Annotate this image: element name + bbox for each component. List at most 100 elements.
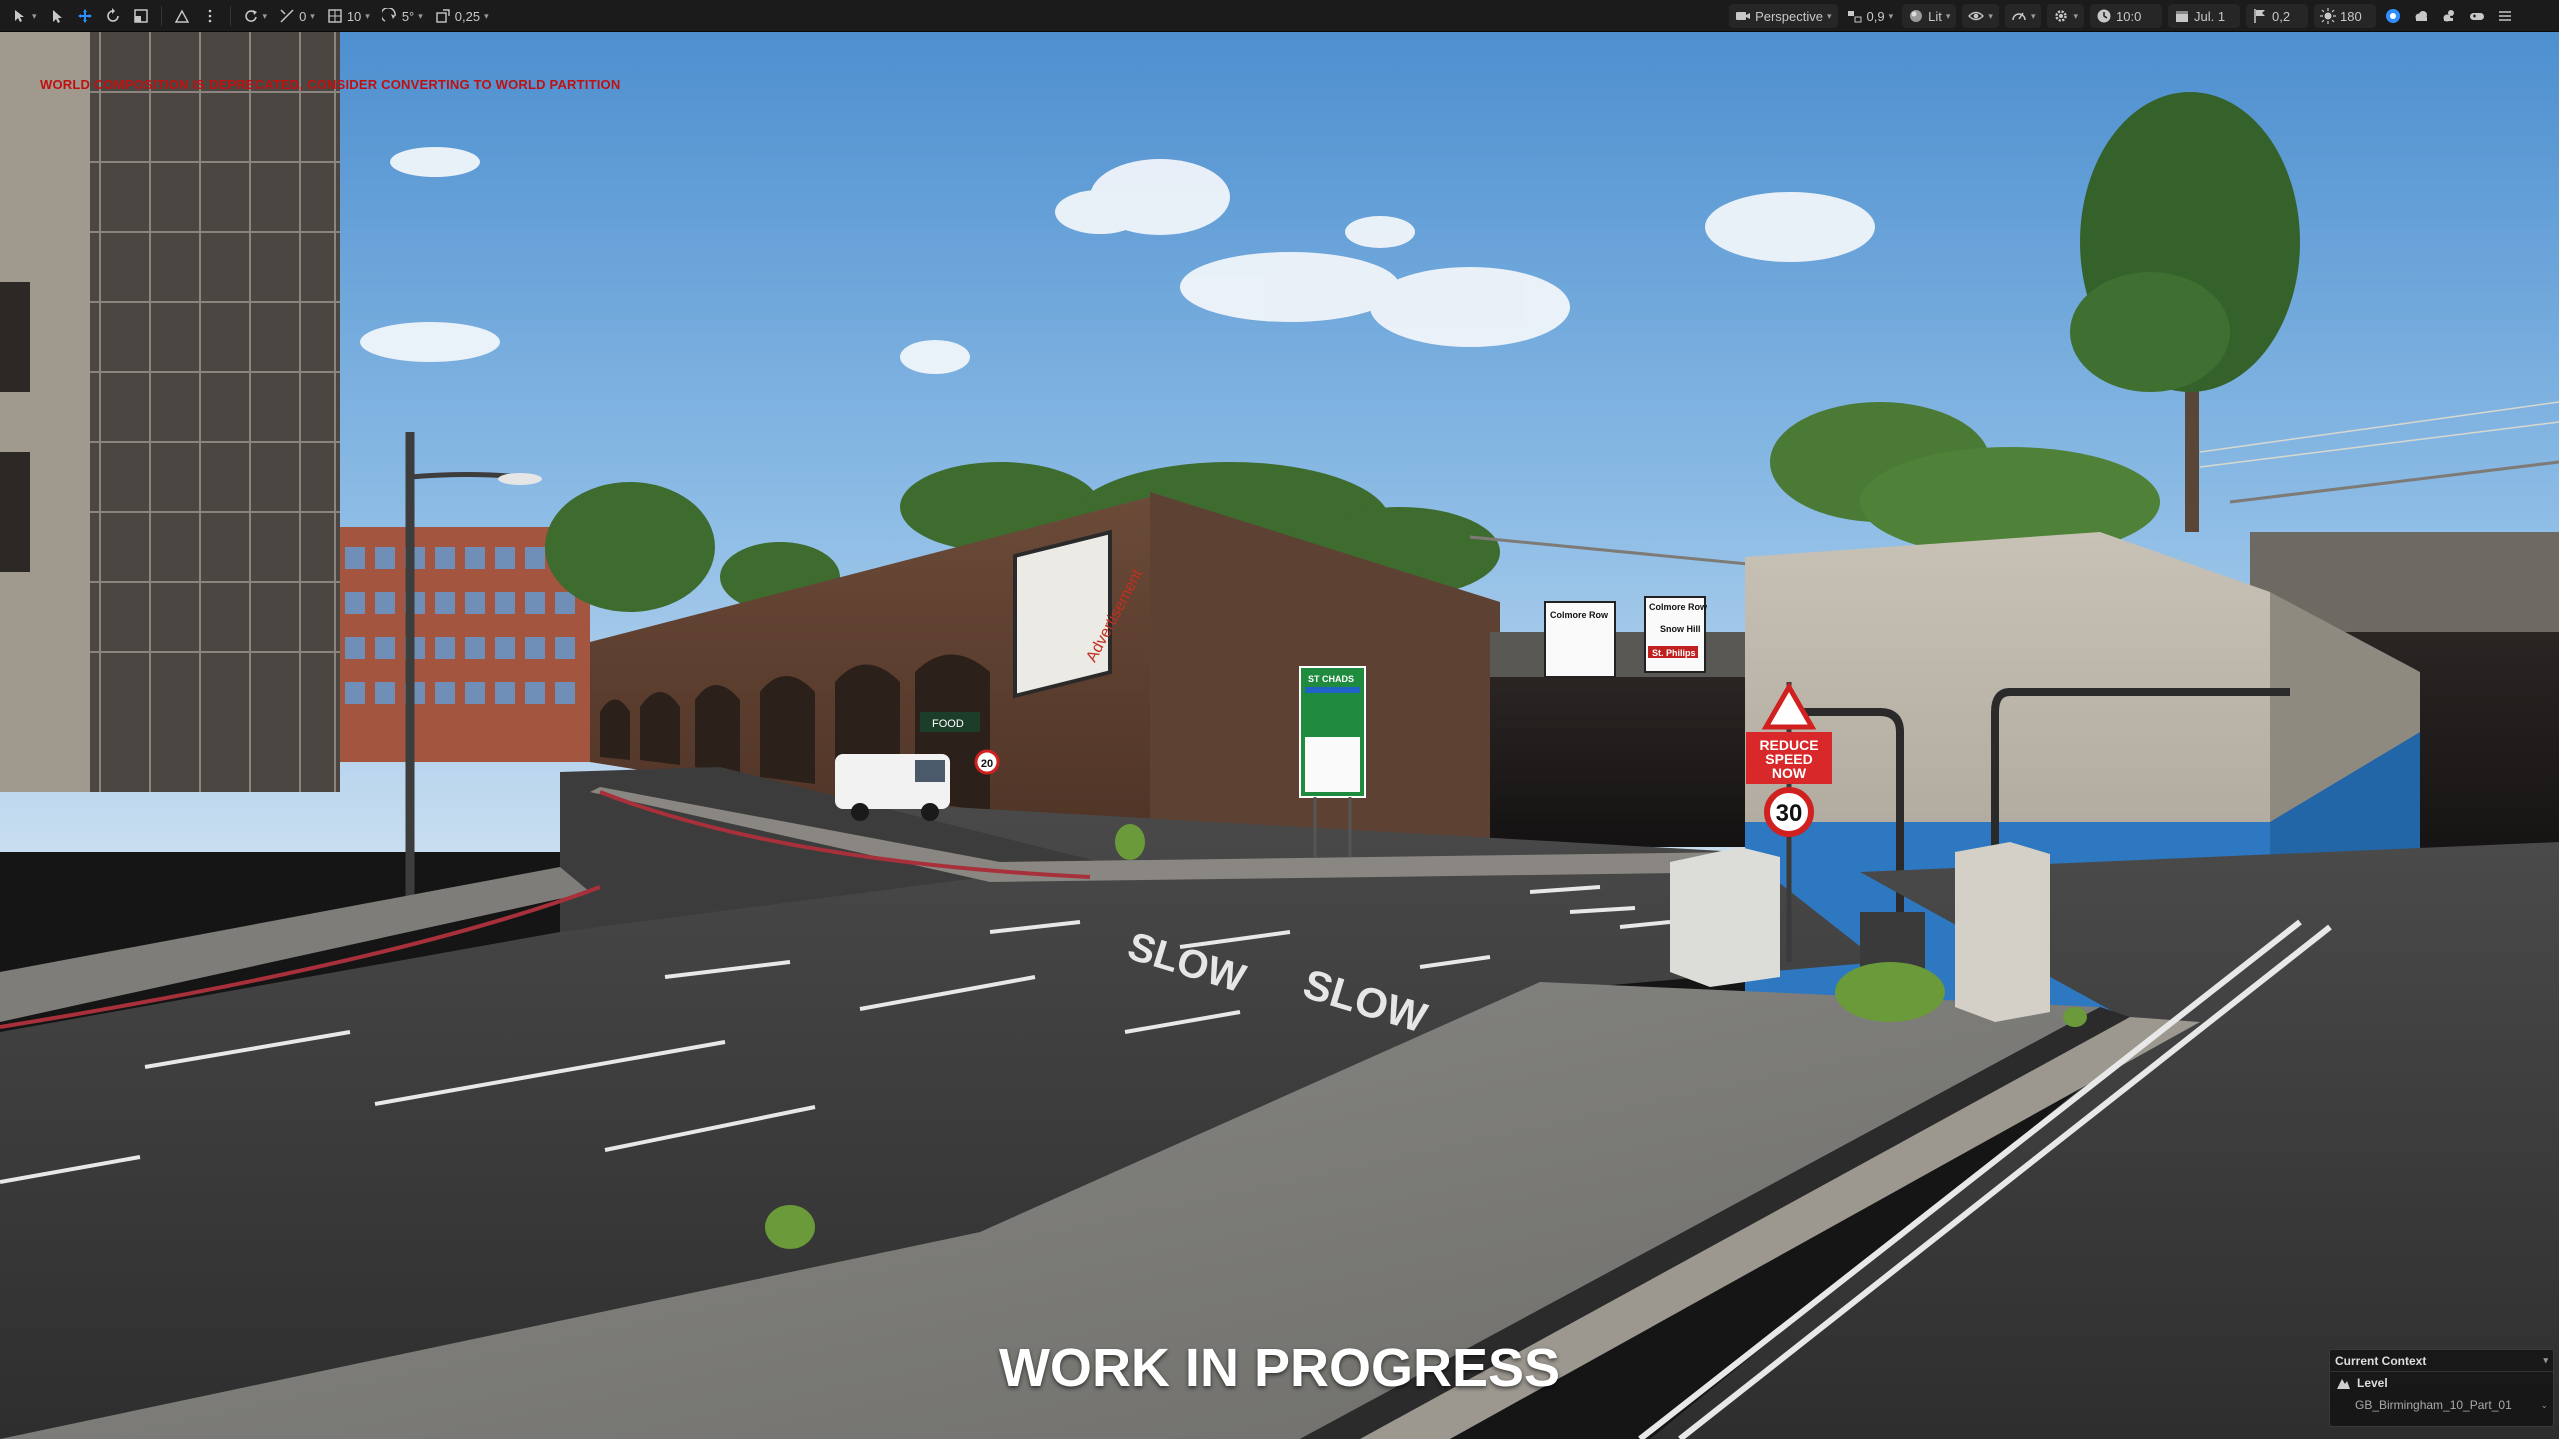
game-controller-button[interactable] [2463, 4, 2491, 28]
context-header[interactable]: Current Context ▾ [2330, 1350, 2553, 1372]
lit-label: Lit [1928, 8, 1942, 24]
settings-dropdown[interactable]: ▾ [2047, 4, 2084, 28]
speed-limit-number: 30 [1776, 800, 1803, 827]
coordinate-system-button[interactable]: ▾ [237, 4, 274, 28]
show-flags-dropdown[interactable]: ▾ [1962, 4, 1999, 28]
world-rotate-icon [243, 8, 259, 24]
scale-tool-button[interactable] [127, 4, 155, 28]
viewport-toolbar: ▾ ▾ 0 ▾ 10 ▾ 5° ▾ 0,25 ▾ Perspective ▾ 0… [0, 0, 2559, 32]
fov-caret: ▾ [1888, 10, 1894, 21]
gear-icon [2053, 8, 2069, 24]
translate-tool-button[interactable] [71, 4, 99, 28]
cloud-icon [2413, 8, 2429, 24]
toolbar-separator [160, 6, 162, 26]
toolbar-separator [229, 6, 231, 26]
left-toolbar-group: ▾ ▾ 0 ▾ 10 ▾ 5° ▾ 0,25 ▾ [6, 0, 495, 32]
rotate-icon [105, 8, 121, 24]
grid-snap-value: 10 [346, 8, 362, 24]
lit-dropdown[interactable]: Lit ▾ [1902, 4, 1957, 28]
select-mode-icon [12, 8, 28, 24]
bridge-sign-text-4: St. Philips [1652, 648, 1696, 658]
camera-icon [1735, 8, 1751, 24]
angle-snap-button[interactable]: 5° ▾ [376, 4, 429, 28]
time-value: 10:0 [2116, 8, 2142, 24]
bridge-sign-text-2: Colmore Row [1649, 602, 1708, 612]
fov-value: 0,9 [1866, 8, 1885, 24]
surface-snap-icon [174, 8, 190, 24]
work-in-progress-overlay: WORK IN PROGRESS [998, 1338, 1561, 1398]
grid-snap-button[interactable]: 10 ▾ [321, 4, 376, 28]
context-level-row: Level [2330, 1372, 2553, 1394]
weather-field[interactable]: 0,2 [2246, 4, 2308, 28]
scene-render[interactable]: Advertisement FOOD Colmore Row Colmore R… [0, 32, 2559, 1439]
rotation-snap-icon [279, 8, 295, 24]
level-name-chevron-down-icon: ⌄ [2540, 1399, 2548, 1410]
fov-icon [1847, 8, 1863, 24]
sky-toggle-button[interactable] [2379, 4, 2407, 28]
performance-dropdown[interactable]: ▾ [2004, 4, 2042, 28]
scaffold-tower [0, 32, 340, 792]
perspective-dropdown[interactable]: Perspective ▾ [1729, 4, 1838, 28]
perspective-label: Perspective [1755, 8, 1823, 24]
shop-sign-text: FOOD [932, 718, 964, 730]
eye-icon [1968, 8, 1985, 24]
weather-toggle-button[interactable] [2435, 4, 2463, 28]
viewport-layout-button[interactable] [2491, 4, 2519, 28]
current-context-panel: Current Context ▾ Level GB_Birmingham_10… [2329, 1349, 2554, 1427]
sun-field[interactable]: 180 [2314, 4, 2376, 28]
right-toolbar-group: Perspective ▾ 0,9 ▾ Lit ▾ ▾ ▾ ▾ 10:0 Jul… [1726, 0, 2519, 32]
select-tool-button[interactable] [43, 4, 71, 28]
sun-value: 180 [2340, 8, 2362, 24]
settings-caret: ▾ [2073, 10, 2078, 21]
reduce-sign-line-3: NOW [1772, 765, 1807, 781]
green-sign-title: ST CHADS [1308, 674, 1354, 684]
lit-caret: ▾ [1945, 10, 1951, 21]
perspective-caret: ▾ [1827, 10, 1832, 21]
rotation-snap-caret: ▾ [310, 10, 315, 21]
rotation-snap-value: 0 [299, 8, 307, 24]
surface-snap-button[interactable] [168, 4, 196, 28]
weather-value: 0,2 [2272, 8, 2291, 24]
time-of-day-field[interactable]: 10:0 [2090, 4, 2162, 28]
small-limit-sign: 20 [974, 749, 1000, 775]
scale-snap-button[interactable]: 0,25 ▾ [429, 4, 495, 28]
more-options-button[interactable] [196, 4, 224, 28]
scale-icon [133, 8, 149, 24]
small-limit-number: 20 [981, 758, 993, 770]
level-icon [2335, 1375, 2351, 1391]
move-arrows-icon [77, 8, 93, 24]
clock-icon [2096, 8, 2112, 24]
weather-cloud-sun-icon [2441, 8, 2457, 24]
gauge-icon [2011, 8, 2027, 24]
level-name: GB_Birmingham_10_Part_01 [2355, 1398, 2512, 1412]
date-field[interactable]: Jul. 1 [2168, 4, 2240, 28]
select-mode-caret: ▾ [32, 10, 37, 21]
deprecation-warning: WORLD COMPOSITION IS DEPRECATED, CONSIDE… [40, 77, 621, 92]
fov-button[interactable]: 0,9 ▾ [1841, 4, 1900, 28]
more-vertical-icon [202, 8, 218, 24]
sky-sphere-icon [2385, 8, 2401, 24]
rotate-tool-button[interactable] [99, 4, 127, 28]
coordinate-caret: ▾ [262, 10, 268, 21]
cloud-toggle-button[interactable] [2407, 4, 2435, 28]
angle-snap-icon [381, 8, 398, 24]
level-viewport[interactable]: Advertisement FOOD Colmore Row Colmore R… [0, 32, 2559, 1439]
select-mode-button[interactable]: ▾ [6, 4, 43, 28]
context-collapse-icon[interactable]: ▾ [2543, 1355, 2548, 1366]
angle-snap-value: 5° [401, 8, 415, 24]
bridge-sign-text-3: Snow Hill [1660, 624, 1701, 634]
calendar-icon [2174, 8, 2190, 24]
controller-icon [2469, 8, 2485, 24]
context-title: Current Context [2335, 1353, 2427, 1368]
level-name-dropdown[interactable]: GB_Birmingham_10_Part_01 ⌄ [2330, 1394, 2553, 1416]
scale-snap-icon [435, 8, 451, 24]
rotation-snap-button[interactable]: 0 ▾ [273, 4, 321, 28]
angle-snap-caret: ▾ [418, 10, 423, 21]
menu-lines-icon [2497, 8, 2513, 24]
grid-snap-caret: ▾ [365, 10, 370, 21]
grid-snap-icon [327, 8, 343, 24]
scale-snap-value: 0,25 [454, 8, 481, 24]
show-caret: ▾ [1988, 10, 1993, 21]
cursor-icon [49, 8, 65, 24]
level-label: Level [2357, 1376, 2388, 1390]
